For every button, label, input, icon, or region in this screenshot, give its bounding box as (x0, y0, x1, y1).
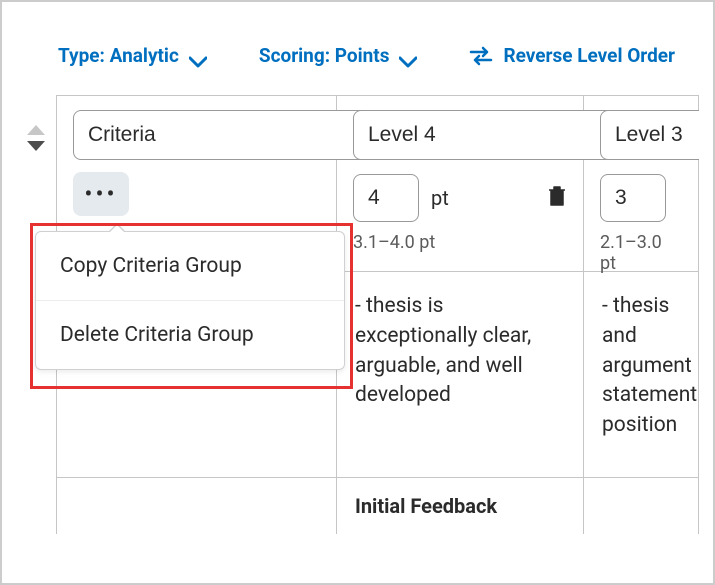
level-range-label: 3.1–4.0 pt (353, 232, 567, 253)
chevron-down-icon (399, 50, 417, 62)
level-name-input[interactable] (600, 110, 699, 160)
criteria-actions-menu: Copy Criteria Group Delete Criteria Grou… (35, 231, 345, 370)
swap-arrows-icon (469, 46, 493, 66)
type-label: Type: Analytic (58, 44, 179, 67)
move-up-button[interactable] (27, 125, 45, 135)
level-column: 2.1–3.0 pt - thesis and argument stateme… (584, 96, 699, 534)
level-column: pt 3.1–4.0 pt - thesis is exceptionally … (337, 96, 584, 534)
feedback-cell[interactable] (584, 478, 698, 510)
scoring-label: Scoring: Points (259, 44, 390, 67)
level-header-cell: 2.1–3.0 pt (584, 96, 698, 272)
criteria-name-input[interactable] (73, 110, 374, 160)
move-down-button[interactable] (27, 141, 45, 151)
feedback-label[interactable]: Initial Feedback (337, 478, 583, 534)
reverse-level-order-button[interactable]: Reverse Level Order (469, 44, 675, 67)
level-points-input[interactable] (600, 174, 666, 222)
rubric-toolbar: Type: Analytic Scoring: Points Reverse L… (16, 16, 699, 95)
type-selector[interactable]: Type: Analytic (58, 44, 207, 67)
points-unit-label: pt (431, 186, 449, 210)
rubric-grid: ••• pt (16, 95, 699, 534)
level-points-input[interactable] (353, 174, 419, 222)
trash-icon (547, 185, 567, 207)
delete-criteria-group-item[interactable]: Delete Criteria Group (36, 301, 344, 369)
ellipsis-icon: ••• (84, 180, 117, 208)
reverse-label: Reverse Level Order (503, 44, 675, 67)
chevron-down-icon (189, 50, 207, 62)
level-description-cell[interactable]: - thesis and argument statement position (584, 272, 698, 478)
level-header-cell: pt 3.1–4.0 pt (337, 96, 583, 272)
delete-level-button[interactable] (547, 185, 567, 211)
scoring-selector[interactable]: Scoring: Points (259, 44, 418, 67)
level-description-cell[interactable]: - thesis is exceptionally clear, arguabl… (337, 272, 583, 478)
criteria-more-button[interactable]: ••• (73, 172, 129, 216)
level-range-label: 2.1–3.0 pt (600, 232, 682, 274)
copy-criteria-group-item[interactable]: Copy Criteria Group (36, 232, 344, 301)
